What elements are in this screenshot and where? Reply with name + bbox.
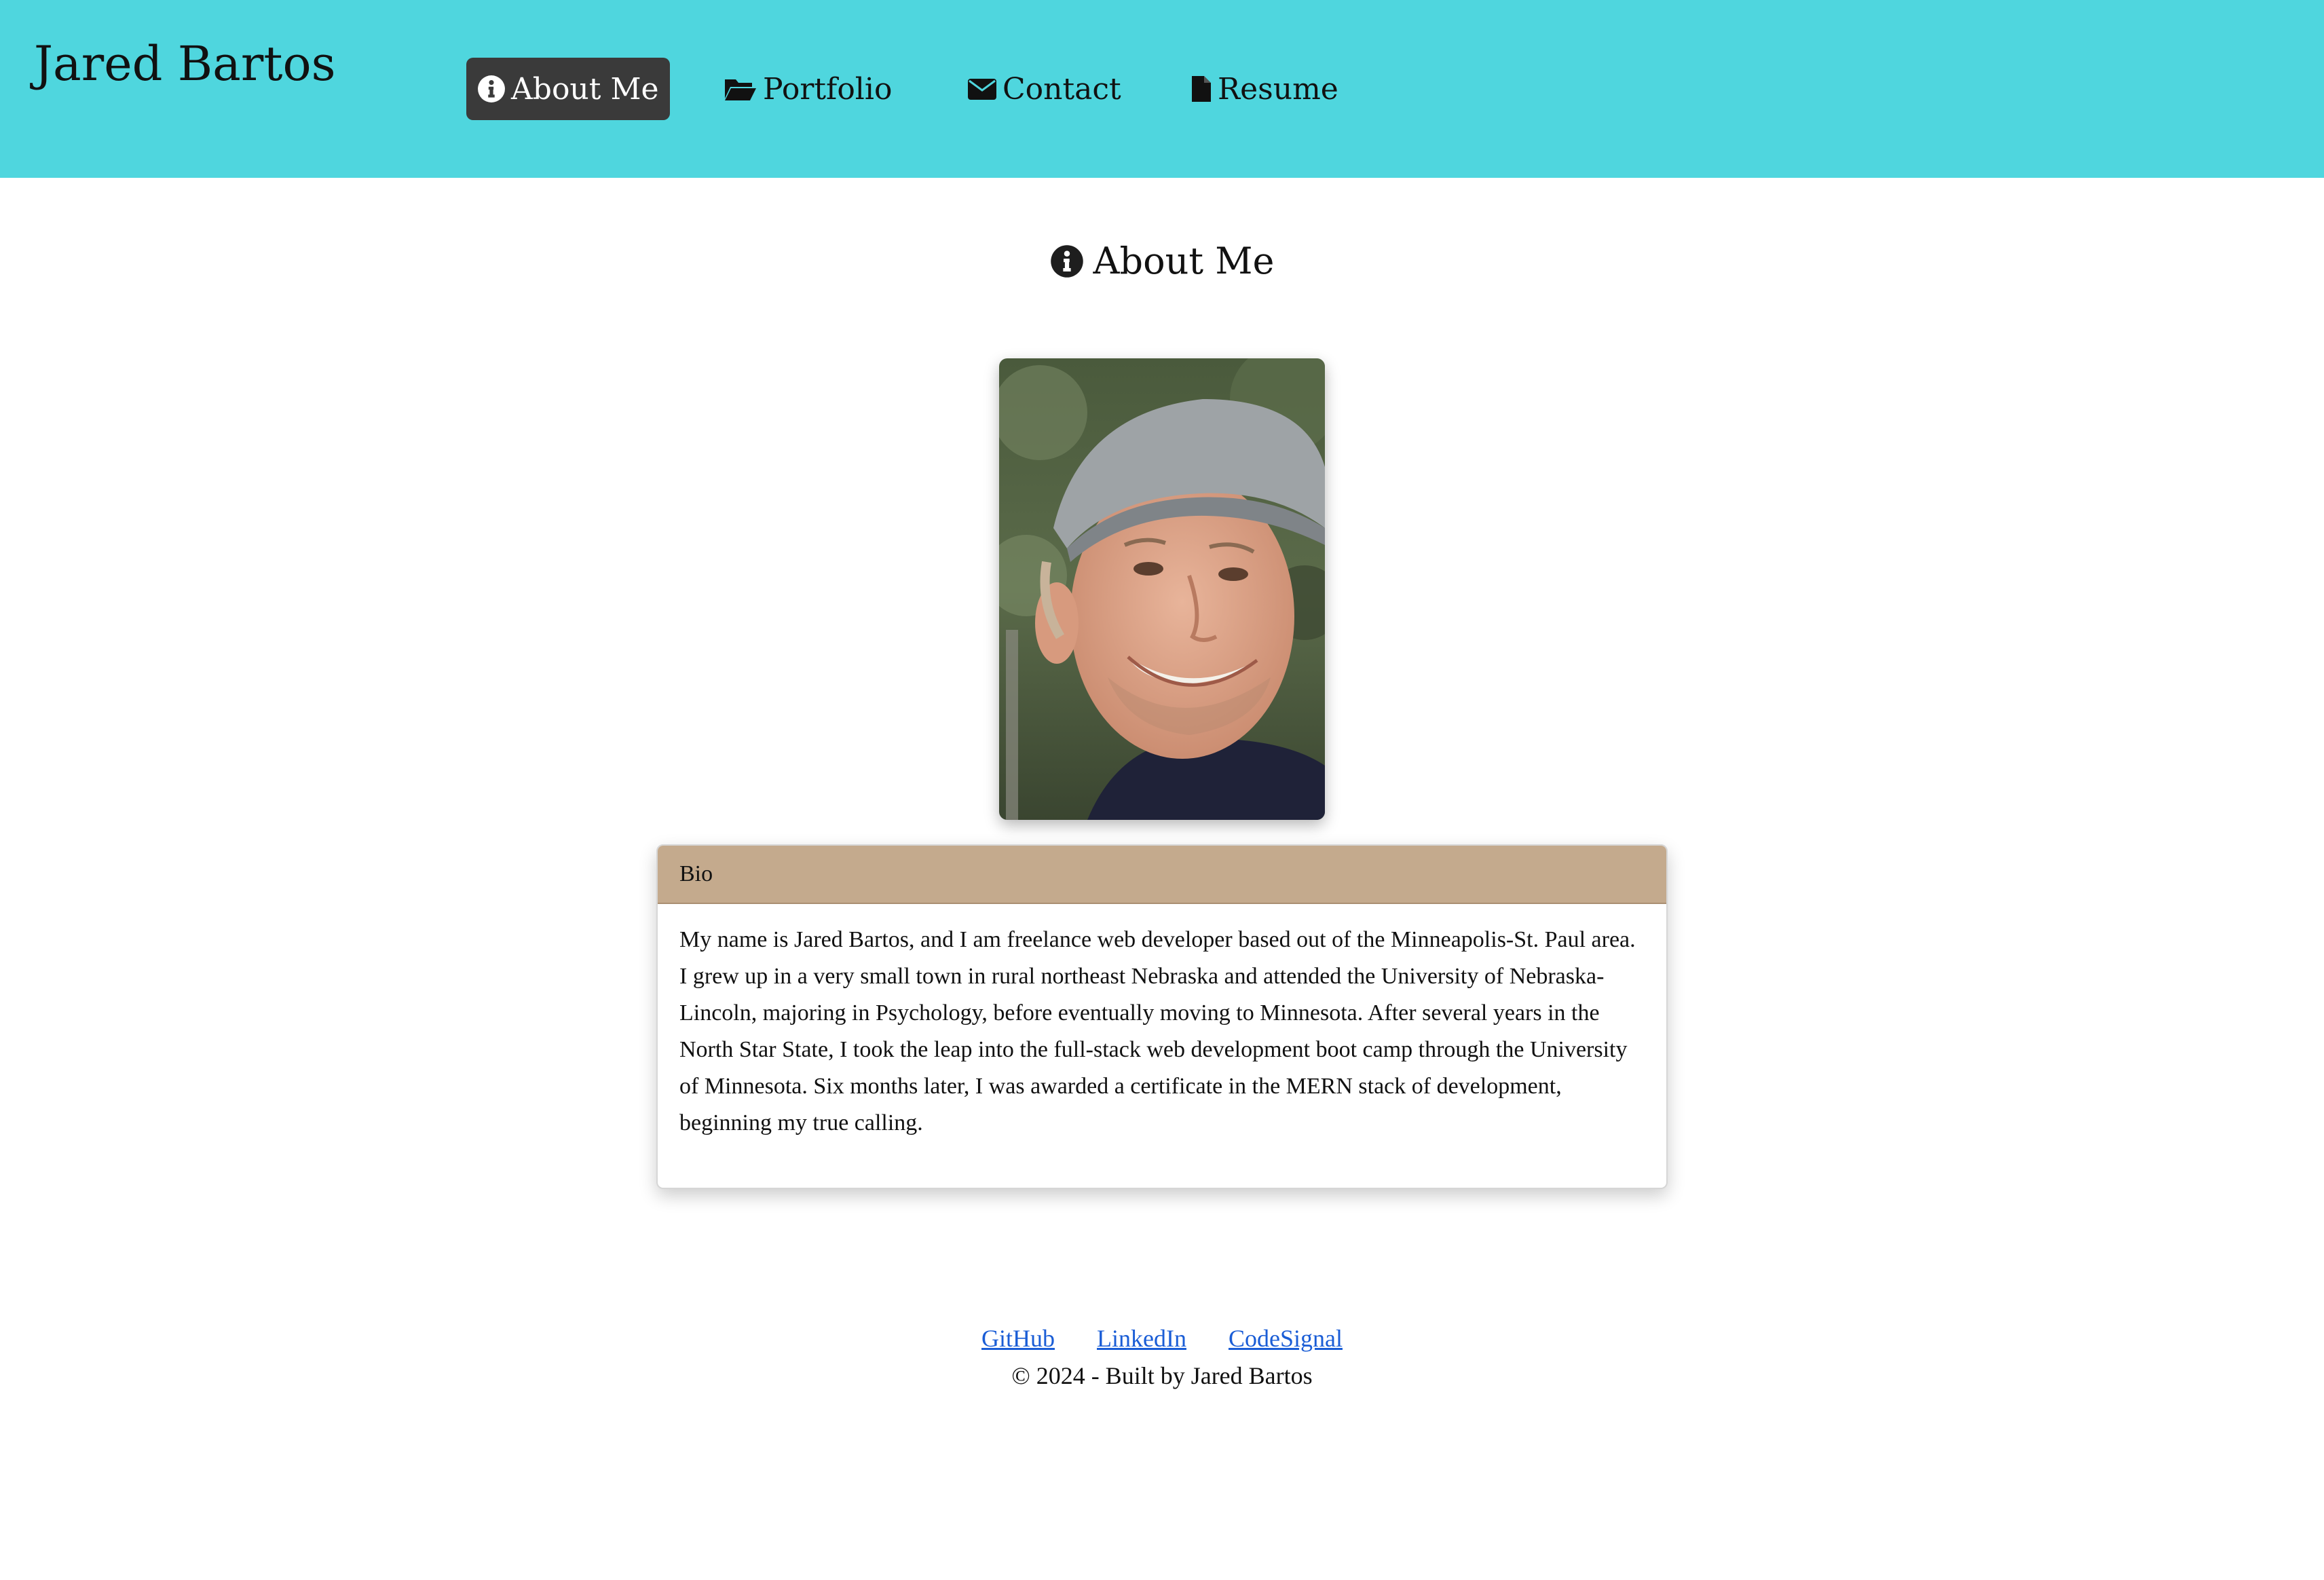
site-title[interactable]: Jared Bartos	[34, 30, 336, 98]
footer-links: GitHub LinkedIn CodeSignal	[0, 1320, 2324, 1357]
nav-label: Resume	[1218, 71, 1338, 107]
nav-label: Contact	[1002, 71, 1121, 107]
nav-contact[interactable]: Contact	[967, 58, 1121, 120]
profile-photo	[999, 358, 1325, 820]
codesignal-link[interactable]: CodeSignal	[1229, 1320, 1343, 1357]
info-circle-icon	[1050, 244, 1084, 278]
copyright-text: © 2024 - Built by Jared Bartos	[1011, 1362, 1313, 1389]
info-circle-icon	[477, 75, 506, 103]
nav-resume[interactable]: Resume	[1191, 58, 1338, 120]
nav-label: Portfolio	[763, 71, 893, 107]
nav-portfolio[interactable]: Portfolio	[724, 58, 892, 120]
page-title-text: About Me	[1093, 240, 1275, 282]
page-title: About Me	[0, 234, 2324, 288]
bio-text: My name is Jared Bartos, and I am freela…	[679, 927, 1636, 1135]
github-link[interactable]: GitHub	[981, 1320, 1055, 1357]
site-header: Jared Bartos About Me Portfolio Contact …	[0, 0, 2324, 178]
linkedin-link[interactable]: LinkedIn	[1097, 1320, 1186, 1357]
nav-about-me[interactable]: About Me	[466, 58, 670, 120]
folder-open-icon	[724, 75, 757, 102]
envelope-icon	[967, 77, 997, 101]
bio-card-header: Bio	[658, 846, 1666, 904]
nav-label: About Me	[511, 71, 659, 107]
file-icon	[1191, 75, 1212, 103]
bio-card: Bio My name is Jared Bartos, and I am fr…	[656, 844, 1668, 1189]
